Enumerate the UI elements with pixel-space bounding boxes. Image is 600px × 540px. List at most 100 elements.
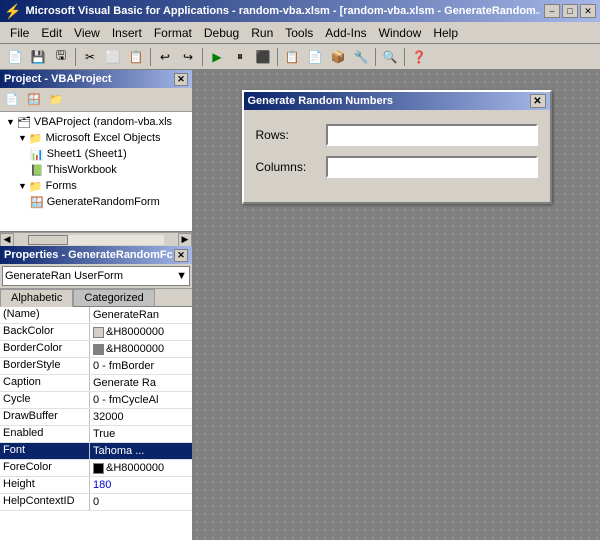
project-title-text: Project - VBAProject [4,73,112,85]
toolbar-class[interactable]: 📦 [327,46,349,68]
tab-alphabetic[interactable]: Alphabetic [0,289,73,307]
toolbar-save[interactable]: 💾 [27,46,49,68]
menu-file[interactable]: File [4,24,35,42]
project-tree: ▼ 🗂 VBAProject (random-vba.xls ▼ 📁 Micro… [0,112,192,232]
toolbar-save2[interactable]: 🖫 [50,46,72,68]
menu-edit[interactable]: Edit [35,24,68,42]
toolbar-new[interactable]: 📄 [4,46,26,68]
arrow-vbaproject: ▼ [6,117,15,127]
prop-row-backcolor[interactable]: BackColor &H8000000 [0,324,192,341]
toolbar-copy[interactable]: ⬜ [102,46,124,68]
project-hscrollbar[interactable]: ◀ ▶ [0,232,192,246]
prop-forecolor-value: &H8000000 [90,460,192,476]
toolbar-userform[interactable]: 📋 [281,46,303,68]
prop-row-borderstyle[interactable]: BorderStyle 0 - fmBorder [0,358,192,375]
form-window[interactable]: Generate Random Numbers ✕ Rows: Columns: [242,90,552,204]
toolbar-undo[interactable]: ↩ [154,46,176,68]
menu-insert[interactable]: Insert [106,24,148,42]
label-generaterandomform: GenerateRandomForm [47,196,160,208]
columns-label: Columns: [256,160,326,174]
prop-row-font[interactable]: Font Tahoma ... [0,443,192,460]
minimize-button[interactable]: – [544,4,560,18]
form-body: Rows: Columns: [244,110,550,202]
rows-label: Rows: [256,128,326,142]
scroll-right-btn[interactable]: ▶ [178,233,192,247]
view-code-btn[interactable]: 📄 [2,90,22,110]
menu-debug[interactable]: Debug [198,24,245,42]
view-object-btn[interactable]: 🪟 [24,90,44,110]
bordercolor-swatch [93,344,104,355]
tree-generaterandomform[interactable]: 🪟 GenerateRandomForm [2,194,190,210]
label-vbaproject: VBAProject (random-vba.xls [34,116,172,128]
app-icon: ⚡ [4,3,21,20]
prop-row-height[interactable]: Height 180 [0,477,192,494]
prop-object-selector[interactable]: GenerateRan UserForm ▼ [2,266,190,286]
left-panel: Project - VBAProject ✕ 📄 🪟 📁 ▼ 🗂 VBAProj… [0,70,193,540]
toolbar-pause[interactable]: ⏸ [229,46,251,68]
form-title-text: Generate Random Numbers [248,95,393,107]
toolbar: 📄 💾 🖫 ✂ ⬜ 📋 ↩ ↪ ▶ ⏸ ⬛ 📋 📄 📦 🔧 🔍 ❓ [0,44,600,70]
prop-backcolor-value: &H8000000 [90,324,192,340]
toolbar-redo[interactable]: ↪ [177,46,199,68]
rows-input[interactable] [326,124,538,146]
prop-borderstyle-value: 0 - fmBorder [90,358,192,374]
toolbar-cut[interactable]: ✂ [79,46,101,68]
prop-row-drawbuffer[interactable]: DrawBuffer 32000 [0,409,192,426]
toggle-folders-btn[interactable]: 📁 [46,90,66,110]
toolbar-find[interactable]: 🔍 [379,46,401,68]
toolbar-proc[interactable]: 🔧 [350,46,372,68]
tree-thisworkbook[interactable]: 📗 ThisWorkbook [2,162,190,178]
scroll-track[interactable] [28,235,164,245]
prop-drawbuffer-value: 32000 [90,409,192,425]
menu-tools[interactable]: Tools [279,24,319,42]
menu-help[interactable]: Help [427,24,464,42]
prop-caption-value: Generate Ra [90,375,192,391]
scroll-thumb[interactable] [28,235,68,245]
form-close-button[interactable]: ✕ [530,94,546,108]
prop-drawbuffer-label: DrawBuffer [0,409,90,425]
properties-close-button[interactable]: ✕ [174,249,188,262]
prop-row-enabled[interactable]: Enabled True [0,426,192,443]
prop-selector-text: GenerateRan UserForm [5,270,123,282]
rows-field-row: Rows: [256,124,538,146]
toolbar-stop[interactable]: ⬛ [252,46,274,68]
toolbar-run[interactable]: ▶ [206,46,228,68]
tree-forms[interactable]: ▼ 📁 Forms [2,178,190,194]
project-close-button[interactable]: ✕ [174,73,188,86]
tree-excel-objects[interactable]: ▼ 📁 Microsoft Excel Objects [2,130,190,146]
prop-forecolor-label: ForeColor [0,460,90,476]
toolbar-sep6 [404,48,405,66]
menu-format[interactable]: Format [148,24,198,42]
menu-window[interactable]: Window [373,24,428,42]
prop-backcolor-label: BackColor [0,324,90,340]
label-excel-objects: Microsoft Excel Objects [46,132,161,144]
toolbar-sep2 [150,48,151,66]
prop-helpcontextid-value: 0 [90,494,192,510]
toolbar-help[interactable]: ❓ [408,46,430,68]
prop-row-cycle[interactable]: Cycle 0 - fmCycleAl [0,392,192,409]
tree-vbaproject[interactable]: ▼ 🗂 VBAProject (random-vba.xls [2,114,190,130]
prop-row-caption[interactable]: Caption Generate Ra [0,375,192,392]
prop-row-name[interactable]: (Name) GenerateRan [0,307,192,324]
close-button[interactable]: ✕ [580,4,596,18]
menu-view[interactable]: View [68,24,106,42]
project-title-bar: Project - VBAProject ✕ [0,70,192,88]
toolbar-sep4 [277,48,278,66]
maximize-button[interactable]: □ [562,4,578,18]
toolbar-module[interactable]: 📄 [304,46,326,68]
prop-helpcontextid-label: HelpContextID [0,494,90,510]
prop-row-bordercolor[interactable]: BorderColor &H8000000 [0,341,192,358]
toolbar-sep3 [202,48,203,66]
menu-run[interactable]: Run [245,24,279,42]
columns-input[interactable] [326,156,538,178]
tab-categorized[interactable]: Categorized [73,289,154,306]
scroll-left-btn[interactable]: ◀ [0,233,14,247]
prop-table: (Name) GenerateRan BackColor &H8000000 B… [0,307,192,540]
prop-row-helpcontextid[interactable]: HelpContextID 0 [0,494,192,511]
label-thisworkbook: ThisWorkbook [47,164,117,176]
menu-addins[interactable]: Add-Ins [319,24,372,42]
tree-sheet1[interactable]: 📊 Sheet1 (Sheet1) [2,146,190,162]
toolbar-paste[interactable]: 📋 [125,46,147,68]
prop-row-forecolor[interactable]: ForeColor &H8000000 [0,460,192,477]
prop-name-label: (Name) [0,307,90,323]
